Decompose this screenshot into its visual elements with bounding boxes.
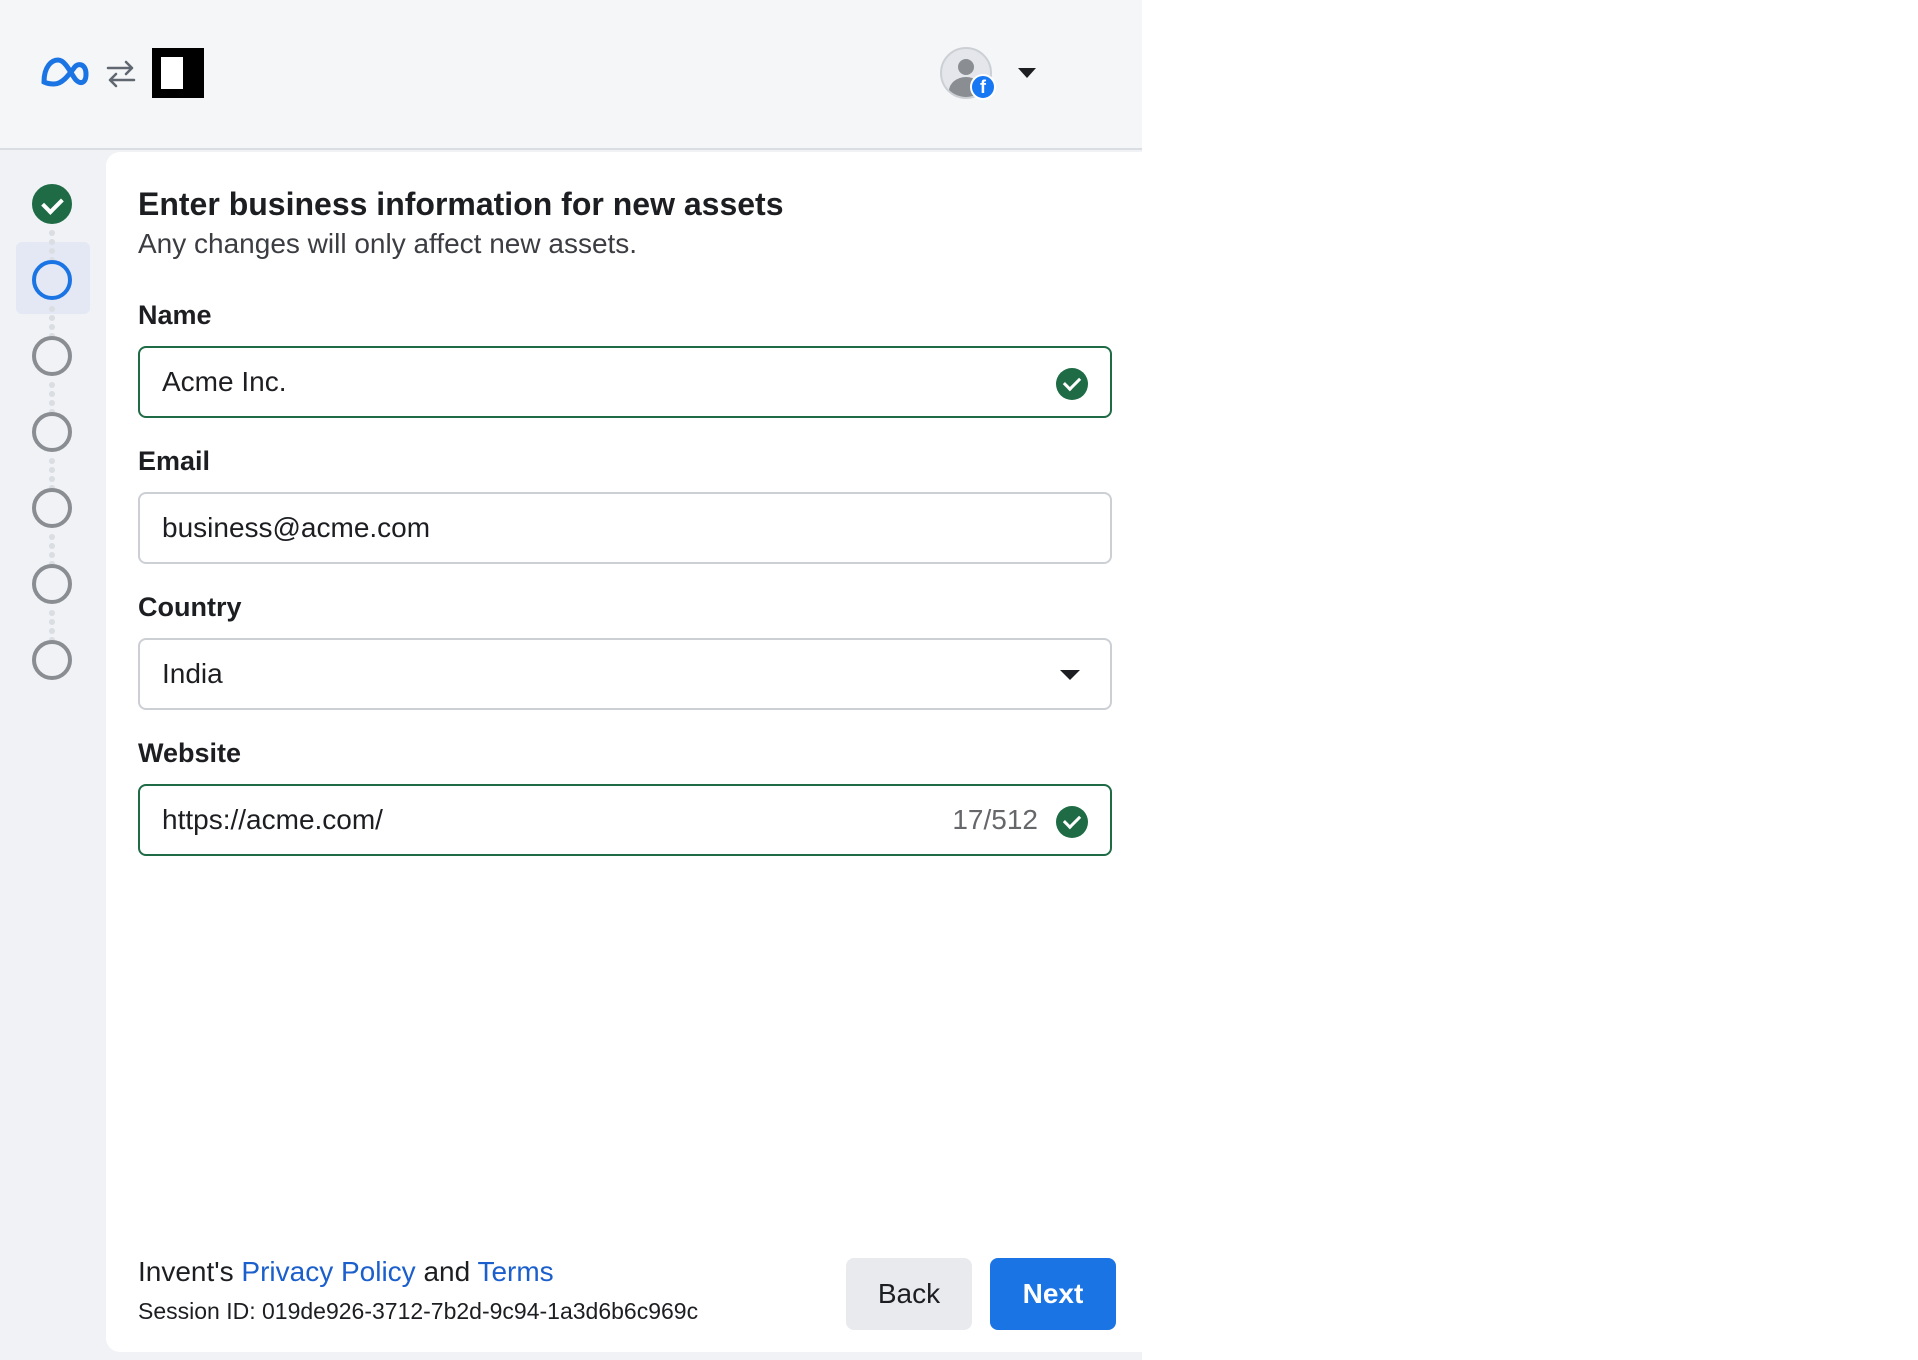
step-connector-dot xyxy=(49,534,55,540)
step-connector-dot xyxy=(49,382,55,388)
step-connector-dot xyxy=(49,552,55,558)
session-id: Session ID: 019de926-3712-7b2d-9c94-1a3d… xyxy=(138,1298,699,1324)
terms-link[interactable]: Terms xyxy=(477,1256,553,1287)
website-field: 17/512 xyxy=(138,784,1112,856)
step-indicator-6 xyxy=(32,564,72,604)
form-card xyxy=(106,152,1142,1352)
country-selected-value: India xyxy=(162,658,223,689)
step-connector-dot xyxy=(49,610,55,616)
step-connector-dot xyxy=(49,400,55,406)
back-button[interactable]: Back xyxy=(846,1258,972,1330)
website-label: Website xyxy=(138,738,242,768)
name-field xyxy=(138,346,1112,418)
website-input[interactable] xyxy=(162,786,922,854)
chevron-down-icon xyxy=(1060,670,1080,680)
facebook-badge-icon: f xyxy=(970,74,996,100)
next-button[interactable]: Next xyxy=(990,1258,1116,1330)
step-indicator-7 xyxy=(32,640,72,680)
privacy-policy-link[interactable]: Privacy Policy xyxy=(241,1256,415,1287)
country-select[interactable]: India xyxy=(138,638,1112,710)
check-circle-icon xyxy=(1056,806,1088,838)
step-connector-dot xyxy=(49,239,55,245)
page-subtitle: Any changes will only affect new assets. xyxy=(138,228,638,259)
progress-stepper xyxy=(0,152,106,1360)
top-bar: f xyxy=(0,0,1142,150)
character-counter: 17/512 xyxy=(952,804,1038,835)
step-indicator-2 xyxy=(32,260,72,300)
step-connector-dot xyxy=(49,248,55,254)
step-connector-dot xyxy=(49,628,55,634)
step-indicator-1 xyxy=(32,184,72,224)
step-connector-dot xyxy=(49,543,55,549)
signup-panel: f Enter business information for new ass… xyxy=(0,0,1142,1360)
email-input[interactable] xyxy=(162,494,922,562)
legal-prefix: Invent's xyxy=(138,1256,242,1287)
meta-logo-icon xyxy=(41,57,89,87)
country-label: Country xyxy=(138,592,242,622)
chevron-down-icon xyxy=(1018,68,1036,78)
email-field xyxy=(138,492,1112,564)
page-title: Enter business information for new asset… xyxy=(138,186,784,222)
email-label: Email xyxy=(138,446,211,476)
check-circle-icon xyxy=(1056,368,1088,400)
step-connector-dot xyxy=(49,458,55,464)
account-menu-button[interactable]: f xyxy=(940,47,1060,101)
step-connector-dot xyxy=(49,315,55,321)
step-connector-dot xyxy=(49,306,55,312)
step-indicator-5 xyxy=(32,488,72,528)
step-connector-dot xyxy=(49,476,55,482)
swap-arrows-icon xyxy=(106,60,136,88)
step-indicator-3 xyxy=(32,336,72,376)
step-connector-dot xyxy=(49,619,55,625)
step-connector-dot xyxy=(49,324,55,330)
step-indicator-4 xyxy=(32,412,72,452)
name-label: Name xyxy=(138,300,212,330)
legal-text: Invent's Privacy Policy and Terms xyxy=(138,1256,554,1288)
app-logo xyxy=(152,48,204,98)
step-connector-dot xyxy=(49,230,55,236)
name-input[interactable] xyxy=(162,348,922,416)
step-connector-dot xyxy=(49,467,55,473)
legal-and: and xyxy=(415,1256,478,1287)
step-connector-dot xyxy=(49,391,55,397)
